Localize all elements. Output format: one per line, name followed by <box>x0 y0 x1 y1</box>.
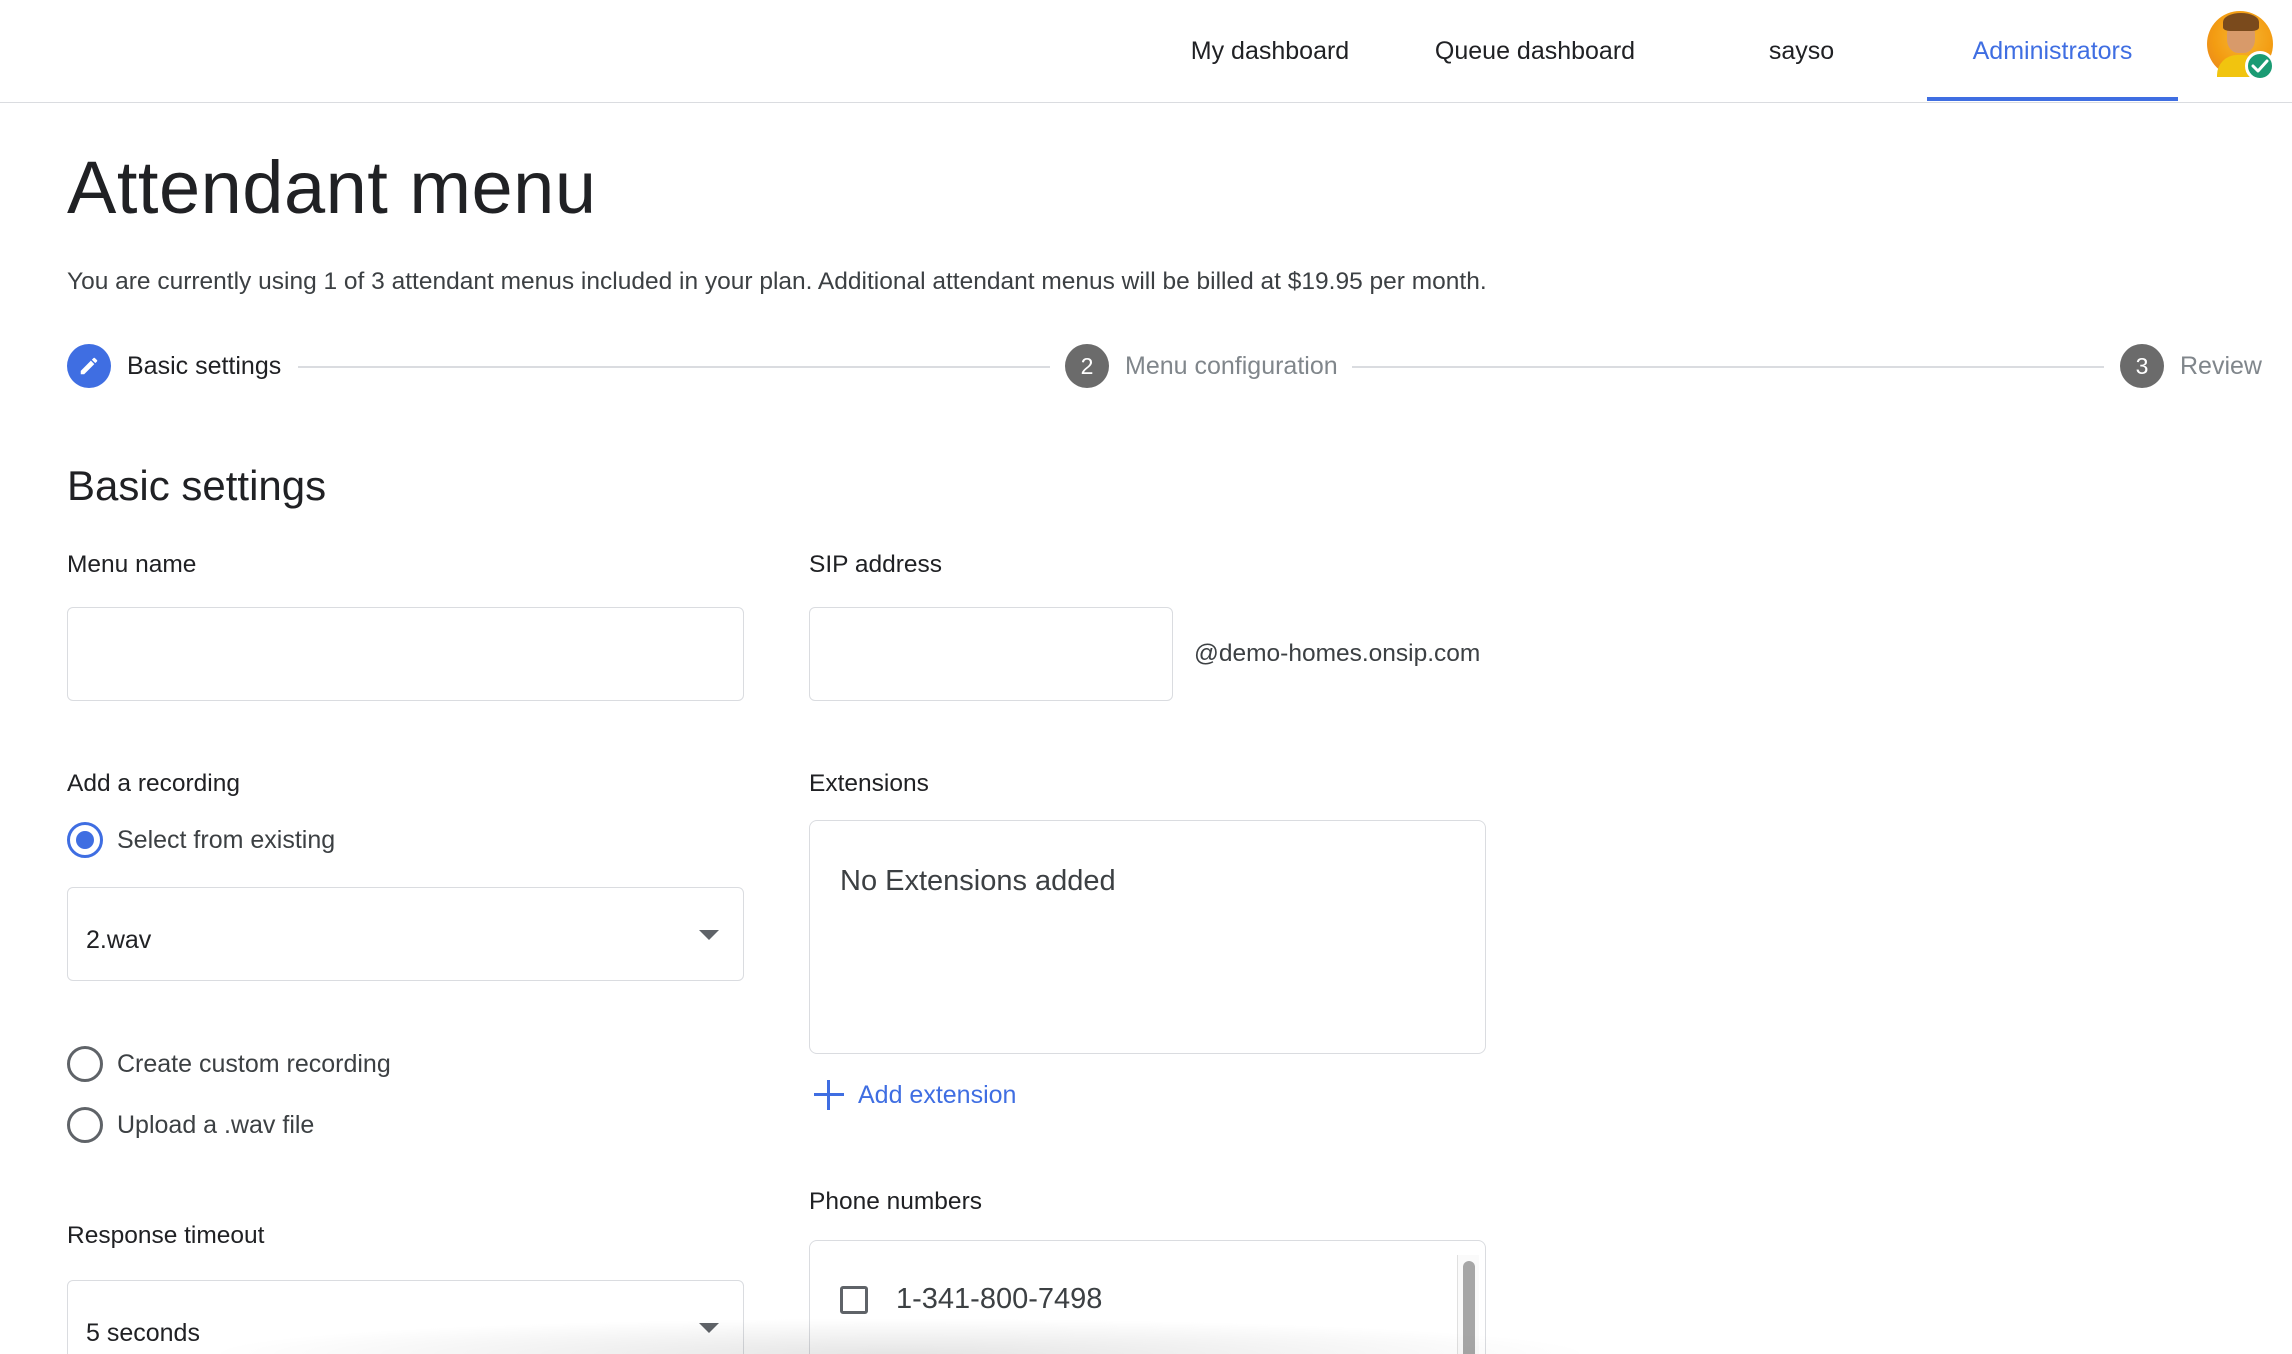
scrollbar-thumb[interactable] <box>1463 1261 1475 1354</box>
radio-dot <box>76 831 94 849</box>
phone-list-scrollbar[interactable] <box>1457 1255 1479 1354</box>
response-timeout-label: Response timeout <box>67 1222 265 1249</box>
radio-button <box>67 1107 103 1143</box>
menu-name-input[interactable] <box>67 607 744 701</box>
step-3-circle: 3 <box>2120 344 2164 388</box>
page-title: Attendant menu <box>67 146 597 229</box>
sip-address-label: SIP address <box>809 551 943 578</box>
nav-administrators[interactable]: Administrators <box>1927 0 2178 103</box>
radio-button <box>67 1046 103 1082</box>
plan-usage-note: You are currently using 1 of 3 attendant… <box>67 268 1487 295</box>
step-3-label: Review <box>2180 351 2262 380</box>
extensions-list: No Extensions added <box>809 820 1486 1054</box>
step-menu-configuration[interactable]: 2 Menu configuration <box>1065 344 1338 388</box>
sip-domain-suffix: @demo-homes.onsip.com <box>1194 640 1481 667</box>
dropdown-arrow-icon <box>699 1323 719 1333</box>
radio-button-checked <box>67 822 103 858</box>
radio-select-from-existing[interactable]: Select from existing <box>67 822 335 858</box>
nav-active-indicator <box>1927 97 2178 101</box>
step-1-label: Basic settings <box>127 351 282 380</box>
stepper-connector-2 <box>1352 366 2104 368</box>
phone-numbers-list: 1-341-800-7498 <box>809 1240 1486 1354</box>
step-2-label: Menu configuration <box>1125 351 1338 380</box>
top-navigation-bar: My dashboard Queue dashboard sayso Admin… <box>0 0 2292 103</box>
plus-icon <box>814 1080 844 1110</box>
response-timeout-select[interactable]: 5 seconds <box>67 1280 744 1354</box>
user-avatar[interactable] <box>2207 11 2275 81</box>
add-extension-button[interactable]: Add extension <box>814 1080 1016 1110</box>
dropdown-arrow-icon <box>699 930 719 940</box>
radio-create-custom-recording[interactable]: Create custom recording <box>67 1046 391 1082</box>
radio-upload-wav[interactable]: Upload a .wav file <box>67 1107 314 1143</box>
extensions-label: Extensions <box>809 770 929 797</box>
add-recording-label: Add a recording <box>67 770 240 797</box>
extensions-empty-text: No Extensions added <box>840 865 1116 897</box>
step-basic-settings[interactable]: Basic settings <box>67 344 281 388</box>
radio-label: Upload a .wav file <box>117 1110 315 1139</box>
step-2-circle: 2 <box>1065 344 1109 388</box>
menu-name-label: Menu name <box>67 551 197 578</box>
phone-number-text: 1-341-800-7498 <box>896 1283 1103 1315</box>
radio-label: Create custom recording <box>117 1049 391 1078</box>
nav-my-dashboard[interactable]: My dashboard <box>1170 0 1370 103</box>
stepper-connector-1 <box>298 366 1050 368</box>
avatar-hair <box>2223 13 2259 31</box>
phone-numbers-label: Phone numbers <box>809 1188 982 1215</box>
phone-number-item[interactable]: 1-341-800-7498 <box>840 1283 1102 1316</box>
step-review[interactable]: 3 Review <box>2120 344 2262 388</box>
pencil-icon <box>80 357 98 375</box>
radio-label: Select from existing <box>117 825 336 854</box>
nav-sayso[interactable]: sayso <box>1715 0 1888 103</box>
recording-file-select[interactable]: 2.wav <box>67 887 744 981</box>
phone-number-checkbox[interactable] <box>840 1285 868 1314</box>
section-title: Basic settings <box>67 462 327 509</box>
nav-queue-dashboard[interactable]: Queue dashboard <box>1420 0 1650 103</box>
sip-address-input[interactable] <box>809 607 1173 701</box>
response-timeout-value: 5 seconds <box>86 1318 200 1347</box>
recording-file-value: 2.wav <box>86 925 152 954</box>
add-extension-label: Add extension <box>858 1080 1017 1109</box>
step-1-circle <box>67 344 111 388</box>
online-status-check-icon <box>2245 51 2275 81</box>
